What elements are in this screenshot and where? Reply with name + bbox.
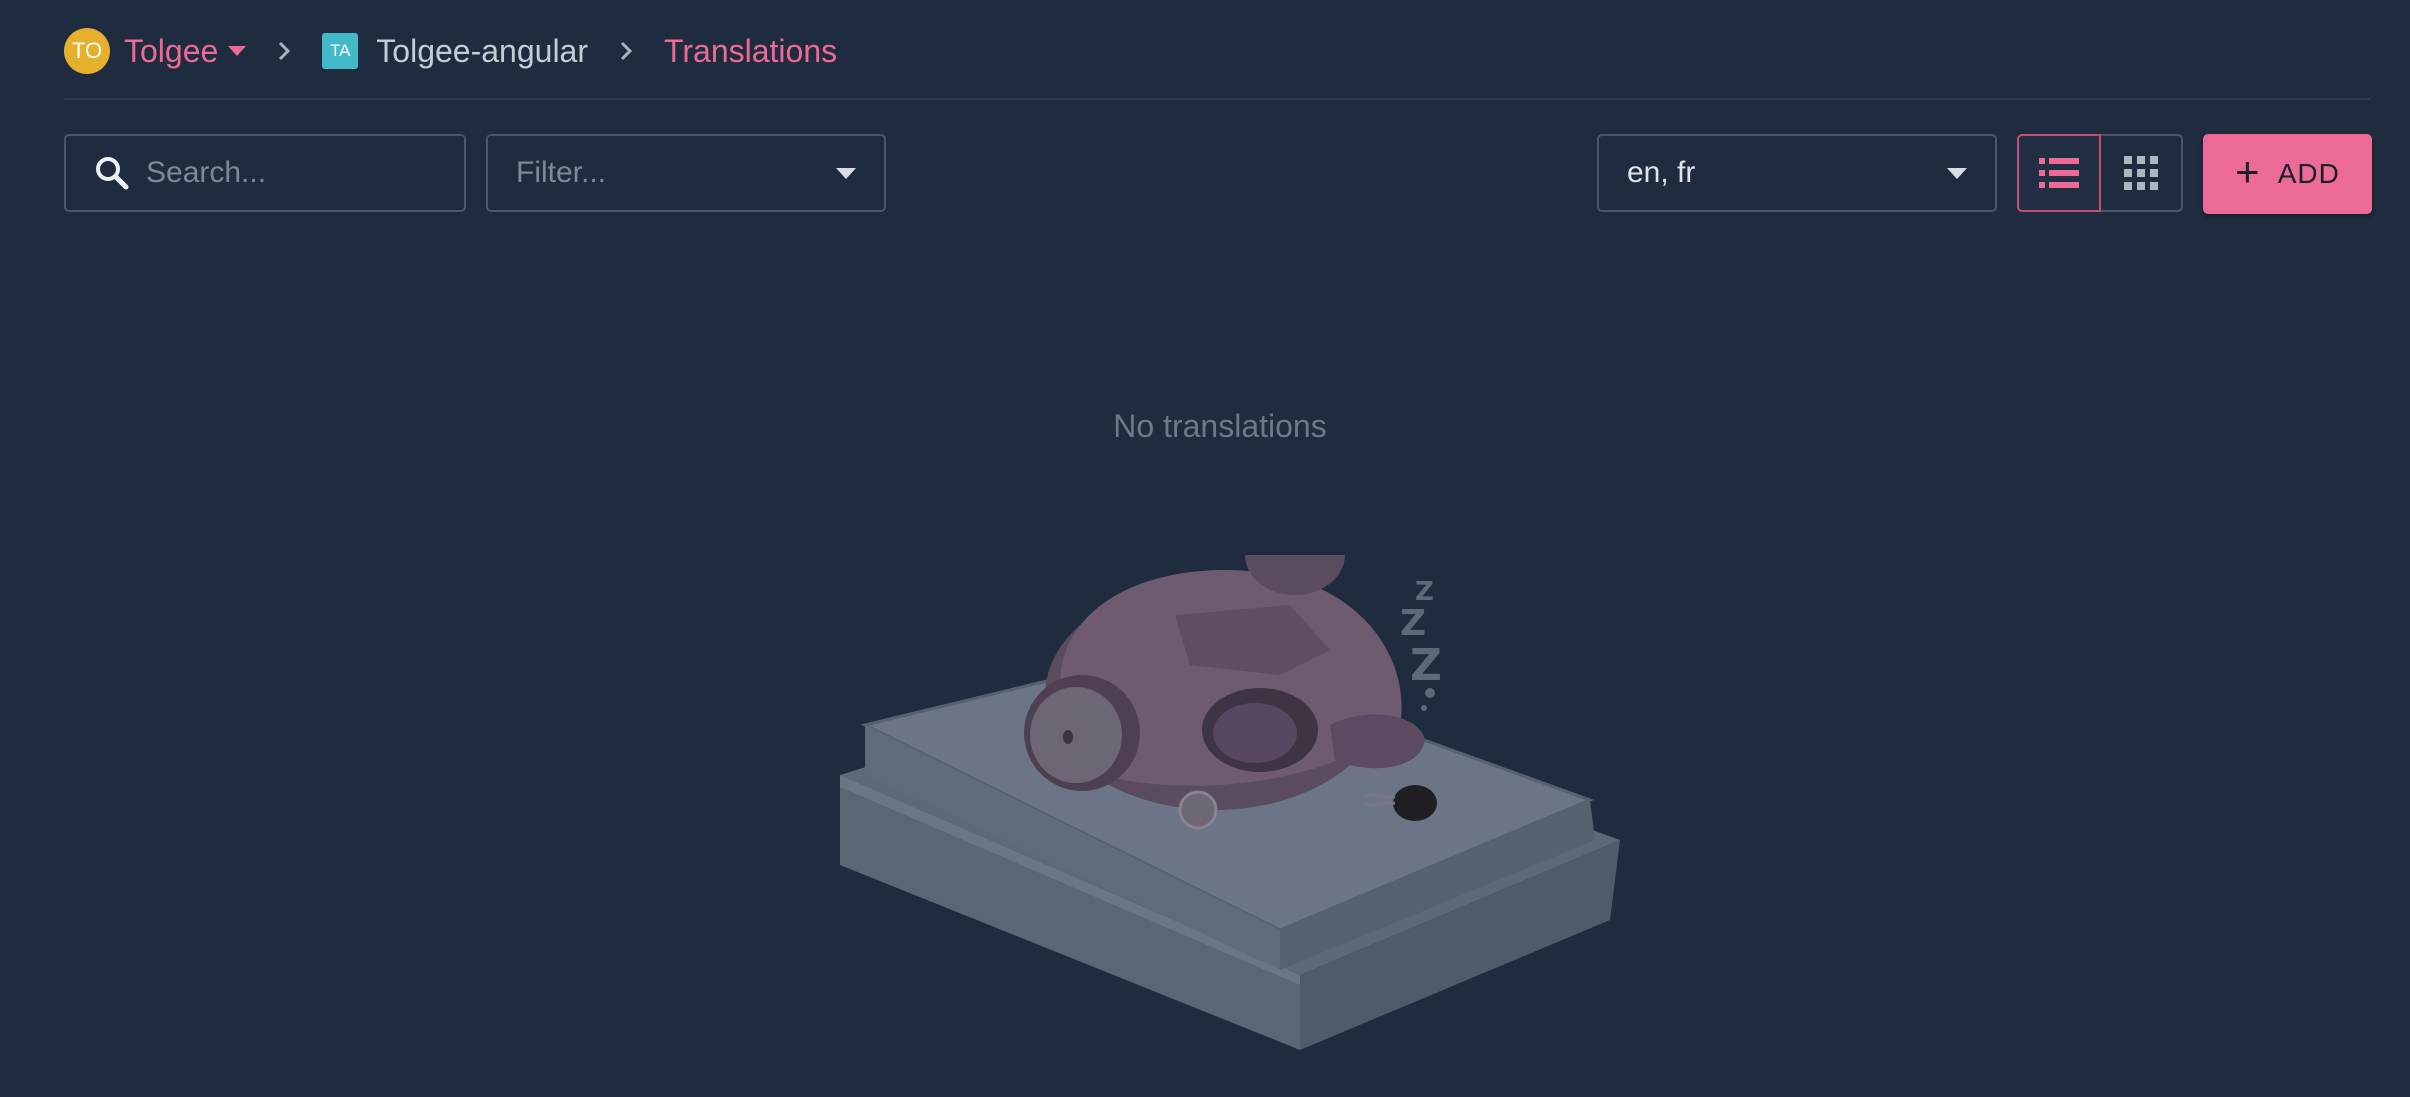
dropdown-arrow-icon — [836, 167, 856, 179]
add-translation-button[interactable]: + ADD — [2203, 134, 2372, 214]
search-box[interactable] — [64, 134, 466, 212]
plus-icon: + — [2235, 148, 2260, 195]
header-divider — [64, 98, 2370, 100]
caret-down-icon[interactable] — [228, 46, 247, 56]
breadcrumb-project-link[interactable]: Tolgee-angular — [376, 33, 588, 70]
grid-view-button[interactable] — [2101, 134, 2183, 212]
empty-state-message: No translations — [1113, 408, 1327, 444]
breadcrumb: TO Tolgee TA Tolgee-angular Translations — [64, 26, 837, 76]
grid-view-icon — [2124, 156, 2158, 190]
svg-text:Z: Z — [1415, 577, 1434, 607]
sleeping-mouse-illustration: Z Z Z — [810, 515, 1630, 1060]
breadcrumb-current-page: Translations — [664, 32, 838, 69]
list-view-icon — [2039, 157, 2079, 189]
project-avatar[interactable]: TA — [322, 33, 359, 69]
add-button-label: ADD — [2277, 158, 2340, 189]
list-view-button[interactable] — [2017, 134, 2101, 212]
chevron-right-icon — [618, 39, 634, 63]
org-avatar[interactable]: TO — [64, 28, 110, 74]
svg-text:Z: Z — [1410, 640, 1442, 691]
language-select[interactable]: en, fr — [1597, 134, 1997, 212]
filter-select[interactable]: Filter... — [486, 134, 886, 212]
view-toggle-group — [2017, 134, 2183, 212]
dropdown-arrow-icon — [1947, 167, 1967, 179]
org-selector[interactable]: Tolgee — [124, 33, 218, 70]
search-icon — [94, 155, 130, 191]
chevron-right-icon — [276, 39, 292, 63]
search-input[interactable] — [144, 155, 428, 191]
svg-text:Z: Z — [1400, 603, 1426, 644]
language-select-value: en, fr — [1627, 156, 1696, 189]
filter-placeholder: Filter... — [516, 156, 607, 189]
